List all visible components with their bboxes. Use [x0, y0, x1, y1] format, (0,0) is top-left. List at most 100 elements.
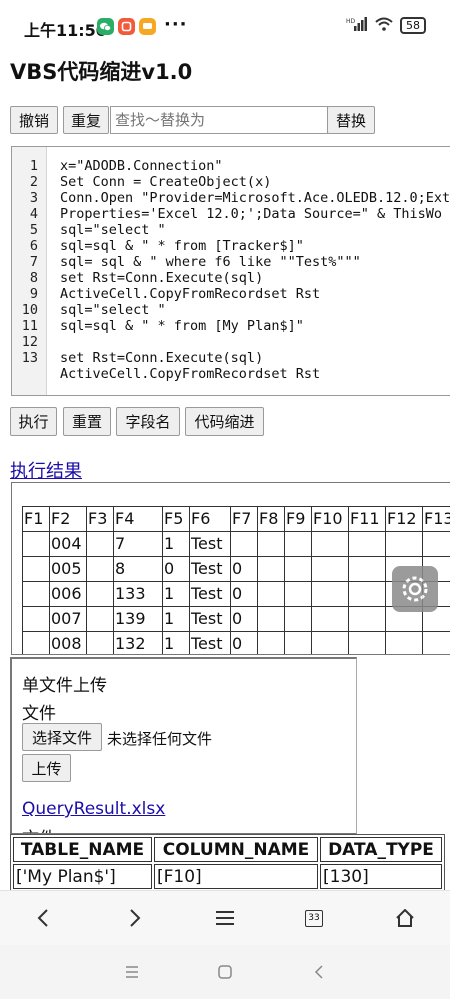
result-cell [86, 606, 114, 632]
menu-button[interactable] [205, 901, 245, 935]
line-number: 6 [29, 238, 38, 254]
result-cell: 004 [49, 531, 87, 557]
line-number: 7 [29, 254, 38, 270]
line-number: 12 [21, 334, 38, 350]
run-button[interactable]: 执行 [10, 407, 57, 436]
result-frame[interactable]: F1F2F3F4F5F6F7F8F9F10F11F12F13 00471Test… [11, 482, 450, 655]
upload-title: 单文件上传 [22, 676, 107, 696]
result-col-header: F8 [257, 506, 285, 532]
result-header-row: F1F2F3F4F5F6F7F8F9F10F11F12F13 [22, 506, 450, 532]
floating-settings-button[interactable] [392, 566, 438, 612]
schema-table: TABLE_NAME COLUMN_NAME DATA_TYPE ['My Pl… [10, 834, 445, 892]
file-label: 文件 [22, 704, 56, 724]
result-cell: Test [189, 631, 231, 654]
result-col-header: F10 [311, 506, 349, 532]
result-cell [86, 581, 114, 607]
result-cell [348, 531, 386, 557]
result-cell: 0 [230, 606, 258, 632]
result-cell [385, 531, 423, 557]
result-col-header: F3 [86, 506, 114, 532]
forward-button[interactable] [115, 901, 155, 935]
more-notifications-icon: ··· [164, 14, 188, 35]
line-number: 13 [21, 350, 38, 366]
line-number: 1 [29, 158, 38, 174]
back-nav-button[interactable] [304, 960, 334, 984]
code-text[interactable]: x="ADODB.Connection" Set Conn = CreateOb… [60, 158, 450, 382]
result-cell: 1 [162, 581, 190, 607]
result-cell: 006 [49, 581, 87, 607]
wifi-icon [375, 17, 393, 34]
data-type-cell: [130] [320, 864, 442, 889]
result-cell [422, 631, 450, 654]
result-col-header: F12 [385, 506, 423, 532]
battery-icon: 58 [400, 17, 426, 34]
result-cell [385, 631, 423, 654]
result-row: 008 132 1 Test 0 [22, 631, 450, 654]
undo-button[interactable]: 撤销 [10, 106, 58, 134]
app-notification-icon [118, 18, 135, 35]
col-table-name: TABLE_NAME [13, 837, 152, 862]
col-data-type: DATA_TYPE [320, 837, 442, 862]
line-number: 5 [29, 222, 38, 238]
result-cell: 1 [162, 631, 190, 654]
result-cell [22, 556, 50, 582]
replace-button[interactable]: 替换 [327, 106, 375, 134]
status-time: 上午11:50 [24, 21, 107, 40]
result-cell: 1 [162, 531, 190, 557]
tabs-button[interactable]: 33 [294, 901, 334, 935]
line-number: 10 [21, 302, 38, 318]
result-cell [311, 631, 349, 654]
back-triangle-icon [314, 965, 323, 979]
svg-text:HD: HD [346, 18, 356, 25]
field-names-button[interactable]: 字段名 [116, 407, 180, 436]
result-cell: 1 [162, 606, 190, 632]
result-cell: 132 [113, 631, 163, 654]
result-col-header: F7 [230, 506, 258, 532]
result-cell [284, 631, 312, 654]
choose-file-button[interactable]: 选择文件 [22, 723, 102, 751]
table-name-cell: ['My Plan$'] [13, 864, 152, 889]
result-cell [284, 556, 312, 582]
status-right: HD 58 [346, 17, 426, 34]
result-cell: 7 [113, 531, 163, 557]
line-number: 11 [21, 318, 38, 334]
result-cell: Test [189, 556, 231, 582]
result-col-header: F4 [113, 506, 163, 532]
result-col-header: F5 [162, 506, 190, 532]
result-row: 007 139 1 Test 0 [22, 606, 450, 632]
result-cell [230, 531, 258, 557]
system-nav-bar [0, 945, 450, 999]
back-button[interactable] [23, 901, 63, 935]
result-cell: 007 [49, 606, 87, 632]
find-replace-input[interactable] [110, 106, 328, 134]
execution-result-link[interactable]: 执行结果 [10, 457, 82, 483]
result-cell: 005 [49, 556, 87, 582]
result-cell [284, 606, 312, 632]
col-column-name: COLUMN_NAME [154, 837, 318, 862]
home-nav-button[interactable] [210, 960, 240, 984]
result-cell: 0 [230, 581, 258, 607]
reset-button[interactable]: 重置 [63, 407, 111, 436]
result-cell: 133 [113, 581, 163, 607]
result-cell: Test [189, 531, 231, 557]
signal-icon: HD [346, 17, 368, 34]
code-editor[interactable]: 1 2 3 4 5 6 7 8 9 10 11 12 13 x="ADODB.Connection" S… [11, 146, 450, 396]
result-table: F1F2F3F4F5F6F7F8F9F10F11F12F13 00471Test… [22, 506, 450, 654]
recent-apps-icon [126, 966, 138, 978]
upload-button[interactable]: 上传 [22, 754, 71, 782]
code-indent-button[interactable]: 代码缩进 [185, 407, 264, 436]
query-result-file-link[interactable]: QueryResult.xlsx [22, 799, 165, 819]
recent-apps-button[interactable] [117, 960, 147, 984]
wechat-icon [97, 18, 114, 35]
result-cell [284, 581, 312, 607]
result-cell [311, 556, 349, 582]
no-file-text: 未选择任何文件 [107, 730, 213, 748]
redo-button[interactable]: 重复 [63, 106, 109, 134]
result-cell [22, 581, 50, 607]
line-number-gutter: 1 2 3 4 5 6 7 8 9 10 11 12 13 [12, 147, 47, 395]
chat-app-icon [139, 18, 156, 35]
result-col-header: F6 [189, 506, 231, 532]
home-button[interactable] [385, 901, 425, 935]
result-cell [257, 631, 285, 654]
result-cell [348, 581, 386, 607]
